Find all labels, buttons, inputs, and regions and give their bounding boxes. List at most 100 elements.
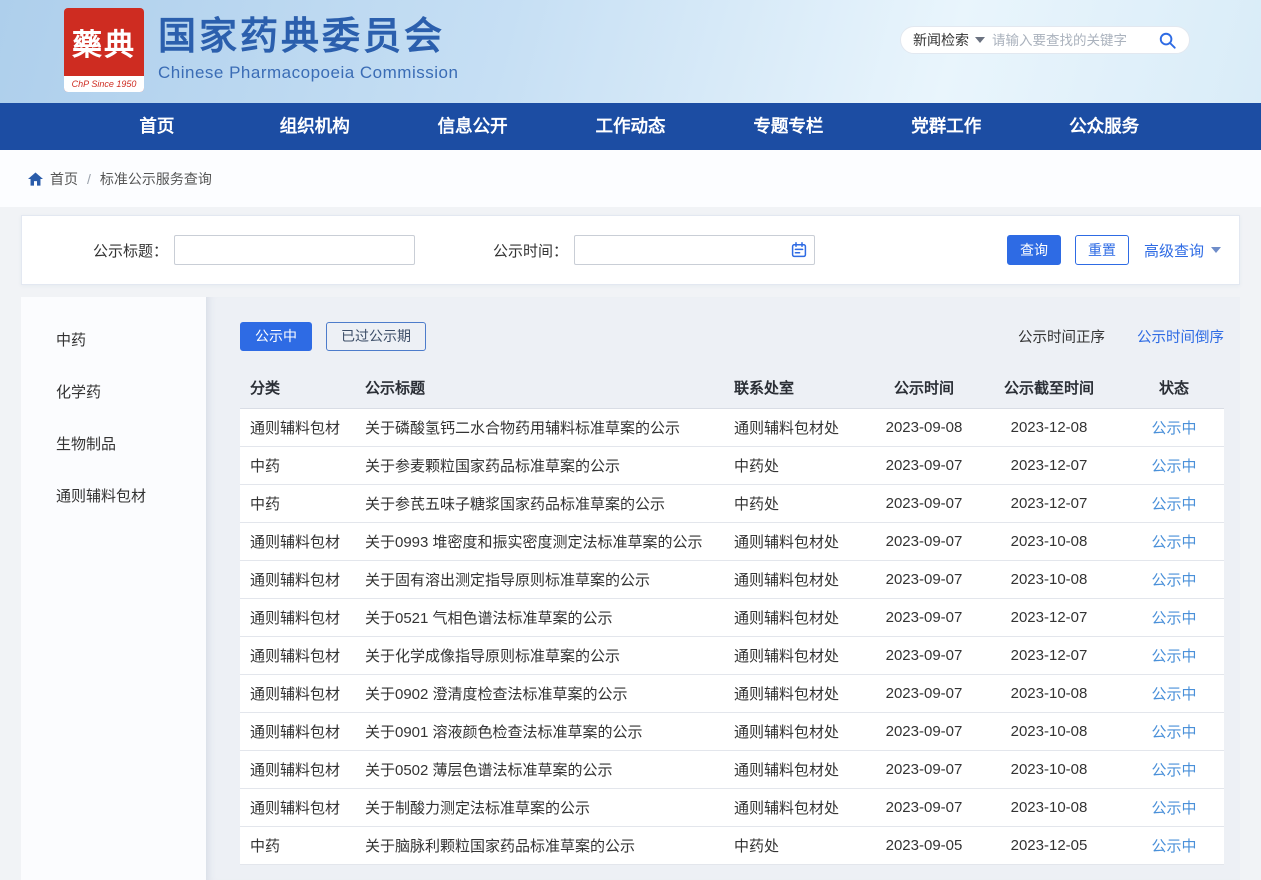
reset-button[interactable]: 重置 bbox=[1075, 235, 1129, 265]
table-row: 通则辅料包材 关于制酸力测定法标准草案的公示 通则辅料包材处 2023-09-0… bbox=[240, 789, 1224, 827]
cell-deadline: 2023-12-07 bbox=[974, 647, 1124, 664]
cell-publish-date: 2023-09-07 bbox=[874, 685, 974, 702]
cell-deadline: 2023-10-08 bbox=[974, 761, 1124, 778]
cell-deadline: 2023-12-07 bbox=[974, 457, 1124, 474]
cell-office: 通则辅料包材处 bbox=[724, 683, 874, 704]
cell-deadline: 2023-12-05 bbox=[974, 837, 1124, 854]
announcement-title-link[interactable]: 关于0993 堆密度和振实密度测定法标准草案的公示 bbox=[355, 531, 724, 552]
table-row: 中药 关于参芪五味子糖浆国家药品标准草案的公示 中药处 2023-09-07 2… bbox=[240, 485, 1224, 523]
site-header: 藥典 ChP Since 1950 国家药典委员会 Chinese Pharma… bbox=[0, 0, 1261, 103]
announcement-title-link[interactable]: 关于参麦颗粒国家药品标准草案的公示 bbox=[355, 455, 724, 476]
status-link[interactable]: 公示中 bbox=[1151, 420, 1196, 437]
title-filter-input[interactable] bbox=[174, 235, 415, 265]
news-search-input[interactable] bbox=[992, 33, 1151, 48]
cell-office: 中药处 bbox=[724, 835, 874, 856]
content-area: 中药 化学药 生物制品 通则辅料包材 公示中 已过公示期 公示时间正序 公示时间… bbox=[21, 297, 1240, 880]
announcement-title-link[interactable]: 关于参芪五味子糖浆国家药品标准草案的公示 bbox=[355, 493, 724, 514]
cell-deadline: 2023-10-08 bbox=[974, 723, 1124, 740]
breadcrumb: 首页 / 标准公示服务查询 bbox=[0, 150, 1261, 207]
status-link[interactable]: 公示中 bbox=[1151, 648, 1196, 665]
announcement-title-link[interactable]: 关于0502 薄层色谱法标准草案的公示 bbox=[355, 759, 724, 780]
cell-category: 通则辅料包材 bbox=[240, 759, 355, 780]
breadcrumb-home-link[interactable]: 首页 bbox=[28, 169, 78, 189]
sort-asc-link[interactable]: 公示时间正序 bbox=[1018, 326, 1105, 347]
brand-text: 国家药典委员会 Chinese Pharmacopoeia Commission bbox=[158, 8, 458, 83]
sidebar-item[interactable]: 通则辅料包材 bbox=[21, 471, 206, 523]
table-row: 通则辅料包材 关于0902 澄清度检查法标准草案的公示 通则辅料包材处 2023… bbox=[240, 675, 1224, 713]
table-row: 通则辅料包材 关于0901 溶液颜色检查法标准草案的公示 通则辅料包材处 202… bbox=[240, 713, 1224, 751]
search-button[interactable] bbox=[1158, 31, 1177, 50]
status-link[interactable]: 公示中 bbox=[1151, 534, 1196, 551]
status-tab[interactable]: 公示中 bbox=[240, 322, 312, 351]
nav-item[interactable]: 专题专栏 bbox=[709, 103, 867, 150]
advanced-query-link[interactable]: 高级查询 bbox=[1144, 240, 1221, 261]
query-button[interactable]: 查询 bbox=[1007, 235, 1061, 265]
nav-item[interactable]: 组织机构 bbox=[236, 103, 394, 150]
announcement-title-link[interactable]: 关于0902 澄清度检查法标准草案的公示 bbox=[355, 683, 724, 704]
search-category-dropdown[interactable]: 新闻检索 bbox=[913, 30, 985, 50]
sidebar-item[interactable]: 中药 bbox=[21, 315, 206, 367]
announcement-title-link[interactable]: 关于化学成像指导原则标准草案的公示 bbox=[355, 645, 724, 666]
seal-caption: ChP Since 1950 bbox=[64, 76, 144, 92]
table-row: 通则辅料包材 关于磷酸氢钙二水合物药用辅料标准草案的公示 通则辅料包材处 202… bbox=[240, 409, 1224, 447]
sidebar-item[interactable]: 化学药 bbox=[21, 367, 206, 419]
announcement-title-link[interactable]: 关于磷酸氢钙二水合物药用辅料标准草案的公示 bbox=[355, 417, 724, 438]
search-category-label: 新闻检索 bbox=[913, 30, 969, 50]
chp-seal-logo[interactable]: 藥典 ChP Since 1950 bbox=[64, 8, 144, 92]
cell-office: 通则辅料包材处 bbox=[724, 569, 874, 590]
sidebar-item[interactable]: 生物制品 bbox=[21, 419, 206, 471]
header-title: 公示标题 bbox=[355, 377, 724, 398]
status-link[interactable]: 公示中 bbox=[1151, 838, 1196, 855]
status-tabs: 公示中 已过公示期 bbox=[240, 322, 440, 351]
table-row: 通则辅料包材 关于0521 气相色谱法标准草案的公示 通则辅料包材处 2023-… bbox=[240, 599, 1224, 637]
chevron-down-icon bbox=[1211, 247, 1221, 253]
announcement-title-link[interactable]: 关于0521 气相色谱法标准草案的公示 bbox=[355, 607, 724, 628]
announcement-title-link[interactable]: 关于固有溶出测定指导原则标准草案的公示 bbox=[355, 569, 724, 590]
advanced-query-label: 高级查询 bbox=[1144, 240, 1204, 261]
cell-publish-date: 2023-09-07 bbox=[874, 457, 974, 474]
status-link[interactable]: 公示中 bbox=[1151, 800, 1196, 817]
filter-actions: 查询 重置 高级查询 bbox=[1007, 235, 1239, 265]
cell-category: 通则辅料包材 bbox=[240, 797, 355, 818]
status-link[interactable]: 公示中 bbox=[1151, 572, 1196, 589]
site-subtitle: Chinese Pharmacopoeia Commission bbox=[158, 63, 458, 83]
nav-item[interactable]: 信息公开 bbox=[394, 103, 552, 150]
status-link[interactable]: 公示中 bbox=[1151, 762, 1196, 779]
breadcrumb-current: 标准公示服务查询 bbox=[100, 169, 212, 189]
cell-category: 中药 bbox=[240, 493, 355, 514]
announcement-title-link[interactable]: 关于制酸力测定法标准草案的公示 bbox=[355, 797, 724, 818]
status-link[interactable]: 公示中 bbox=[1151, 496, 1196, 513]
status-tab[interactable]: 已过公示期 bbox=[326, 322, 426, 351]
home-icon bbox=[28, 172, 43, 186]
table-row: 通则辅料包材 关于0993 堆密度和振实密度测定法标准草案的公示 通则辅料包材处… bbox=[240, 523, 1224, 561]
nav-item[interactable]: 首页 bbox=[78, 103, 236, 150]
cell-deadline: 2023-10-08 bbox=[974, 685, 1124, 702]
time-filter-input[interactable] bbox=[574, 235, 815, 265]
cell-category: 通则辅料包材 bbox=[240, 531, 355, 552]
cell-office: 中药处 bbox=[724, 493, 874, 514]
seal-characters: 藥典 bbox=[64, 8, 144, 76]
main-nav: 首页 组织机构 信息公开 工作动态 专题专栏 党群工作 公众服务 bbox=[0, 103, 1261, 150]
cell-deadline: 2023-10-08 bbox=[974, 571, 1124, 588]
nav-item[interactable]: 党群工作 bbox=[867, 103, 1025, 150]
nav-item[interactable]: 公众服务 bbox=[1025, 103, 1183, 150]
time-filter-field bbox=[574, 235, 815, 265]
status-link[interactable]: 公示中 bbox=[1151, 686, 1196, 703]
announcement-title-link[interactable]: 关于0901 溶液颜色检查法标准草案的公示 bbox=[355, 721, 724, 742]
calendar-icon[interactable] bbox=[791, 242, 807, 258]
cell-office: 通则辅料包材处 bbox=[724, 531, 874, 552]
brand-block: 藥典 ChP Since 1950 国家药典委员会 Chinese Pharma… bbox=[64, 8, 458, 92]
status-link[interactable]: 公示中 bbox=[1151, 458, 1196, 475]
status-link[interactable]: 公示中 bbox=[1151, 610, 1196, 627]
cell-category: 中药 bbox=[240, 455, 355, 476]
cell-publish-date: 2023-09-08 bbox=[874, 419, 974, 436]
sort-desc-link[interactable]: 公示时间倒序 bbox=[1137, 326, 1224, 347]
cell-office: 通则辅料包材处 bbox=[724, 797, 874, 818]
cell-office: 通则辅料包材处 bbox=[724, 645, 874, 666]
cell-publish-date: 2023-09-07 bbox=[874, 647, 974, 664]
status-link[interactable]: 公示中 bbox=[1151, 724, 1196, 741]
chevron-down-icon bbox=[975, 37, 985, 43]
nav-item[interactable]: 工作动态 bbox=[552, 103, 710, 150]
announcement-title-link[interactable]: 关于脑脉利颗粒国家药品标准草案的公示 bbox=[355, 835, 724, 856]
category-sidebar: 中药 化学药 生物制品 通则辅料包材 bbox=[21, 297, 206, 880]
